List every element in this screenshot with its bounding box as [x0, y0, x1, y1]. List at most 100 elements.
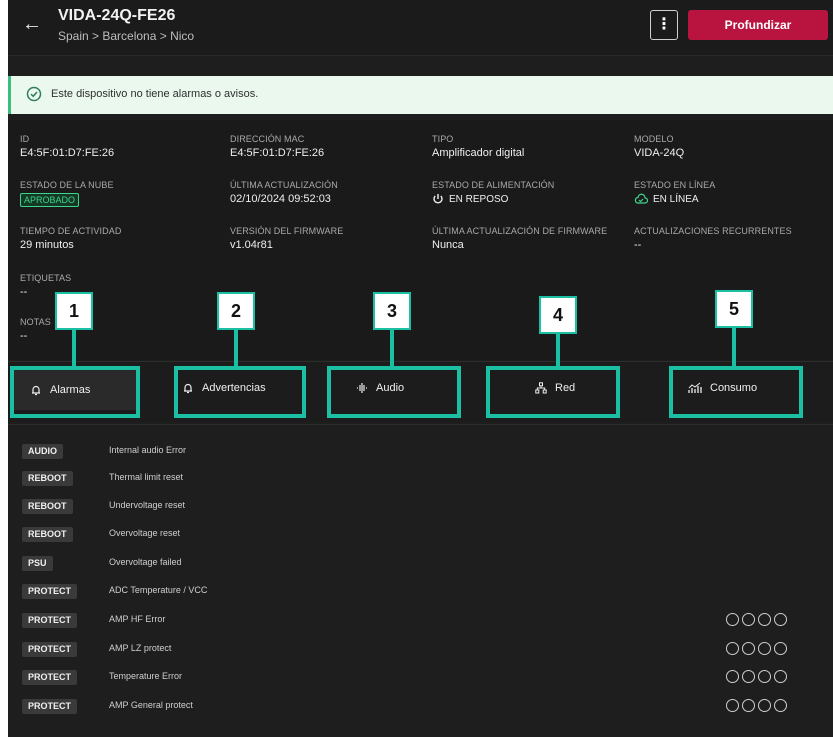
callout-stem — [556, 334, 560, 366]
callout-number: 1 — [55, 292, 93, 330]
field-tipo: TIPO Amplificador digital — [432, 134, 524, 159]
field-cloud: ESTADO DE LA NUBE APROBADO — [20, 180, 114, 208]
power-icon — [433, 194, 443, 204]
field-label: TIPO — [432, 134, 454, 144]
field-label: MODELO — [634, 134, 674, 144]
list-item: PROTECT ADC Temperature / VCC — [8, 582, 833, 602]
alert-text: Este dispositivo no tiene alarmas o avis… — [51, 88, 259, 100]
highlight-box — [10, 366, 140, 418]
cloud-check-icon — [634, 193, 648, 204]
indicator-circle-icon — [726, 699, 739, 712]
indicator-circle-icon — [742, 670, 755, 683]
indicator-circle-icon — [774, 642, 787, 655]
indicator-circle-icon — [774, 699, 787, 712]
alarm-category-badge: REBOOT — [22, 527, 73, 542]
page-title: VIDA-24Q-FE26 — [58, 7, 176, 24]
field-value: Amplificador digital — [432, 147, 525, 159]
indicator-circle-icon — [774, 670, 787, 683]
alarm-description: Overvoltage reset — [109, 528, 181, 538]
indicator-circle-icon — [758, 642, 771, 655]
alarm-category-badge: REBOOT — [22, 471, 73, 486]
list-item: PSU Overvoltage failed — [8, 554, 833, 574]
field-value: -- — [20, 330, 28, 342]
indicator-circle-icon — [742, 699, 755, 712]
list-item: AUDIO Internal audio Error — [8, 442, 833, 462]
list-item: REBOOT Undervoltage reset — [8, 497, 833, 517]
field-label: NOTAS — [20, 317, 51, 327]
alarm-category-badge: AUDIO — [22, 444, 63, 459]
alarm-description: Thermal limit reset — [109, 472, 184, 482]
field-label: ETIQUETAS — [20, 273, 72, 283]
alarm-description: Temperature Error — [109, 671, 183, 681]
field-label: ACTUALIZACIONES RECURRENTES — [634, 226, 792, 236]
indicator-group — [726, 699, 787, 712]
field-label: VERSIÓN DEL FIRMWARE — [230, 226, 344, 236]
alarm-category-badge: REBOOT — [22, 499, 73, 514]
field-label: ID — [20, 134, 30, 144]
callout-number: 3 — [373, 292, 411, 330]
field-value: v1.04r81 — [230, 239, 273, 251]
alarm-description: AMP LZ protect — [109, 643, 172, 653]
field-fw-update: ÚLTIMA ACTUALIZACIÓN DE FIRMWARE Nunca — [432, 226, 607, 251]
device-panel: ← VIDA-24Q-FE26 Spain > Barcelona > Nico… — [8, 0, 833, 737]
field-notes: NOTAS -- — [20, 317, 51, 342]
breadcrumb[interactable]: Spain > Barcelona > Nico — [58, 29, 194, 43]
field-value: -- — [634, 239, 642, 251]
indicator-circle-icon — [742, 613, 755, 626]
back-arrow-icon[interactable]: ← — [22, 14, 42, 34]
field-label: DIRECCIÓN MAC — [230, 134, 305, 144]
alarm-description: Undervoltage reset — [109, 500, 186, 510]
list-item: PROTECT AMP HF Error — [8, 611, 833, 631]
field-label: TIEMPO DE ACTIVIDAD — [20, 226, 122, 236]
field-value: E4:5F:01:D7:FE:26 — [20, 147, 115, 159]
callout-number: 5 — [715, 290, 753, 328]
field-value: E4:5F:01:D7:FE:26 — [230, 147, 325, 159]
field-online: ESTADO EN LÍNEA EN LÍNEA — [634, 180, 715, 210]
field-value: EN REPOSO — [449, 193, 509, 205]
indicator-circle-icon — [726, 642, 739, 655]
alarm-category-badge: PROTECT — [22, 642, 78, 657]
indicator-circle-icon — [758, 613, 771, 626]
indicator-group — [726, 642, 787, 655]
alarm-description: AMP HF Error — [109, 614, 166, 624]
section-divider — [8, 424, 833, 425]
indicator-circle-icon — [758, 699, 771, 712]
status-alert: Este dispositivo no tiene alarmas o avis… — [8, 76, 833, 114]
indicator-circle-icon — [774, 613, 787, 626]
indicator-group — [726, 613, 787, 626]
list-item: REBOOT Thermal limit reset — [8, 469, 833, 489]
field-label: ESTADO EN LÍNEA — [634, 180, 716, 190]
profundizar-button[interactable]: Profundizar — [688, 10, 828, 40]
highlight-box — [174, 366, 306, 418]
callout-stem — [72, 330, 76, 366]
highlight-box — [486, 366, 620, 418]
alarm-category-badge: PROTECT — [22, 699, 78, 714]
indicator-group — [726, 670, 787, 683]
device-header: ← VIDA-24Q-FE26 Spain > Barcelona > Nico… — [8, 0, 833, 56]
field-last-update: ÚLTIMA ACTUALIZACIÓN 02/10/2024 09:52:03 — [230, 180, 338, 205]
field-label: ESTADO DE LA NUBE — [20, 180, 114, 190]
field-modelo: MODELO VIDA-24Q — [634, 134, 684, 159]
alarm-description: AMP General protect — [109, 700, 193, 710]
callout-stem — [234, 330, 238, 366]
device-details: ID E4:5F:01:D7:FE:26 DIRECCIÓN MAC E4:5F… — [8, 120, 833, 360]
highlight-box — [669, 366, 803, 418]
indicator-circle-icon — [758, 670, 771, 683]
field-value: VIDA-24Q — [634, 147, 685, 159]
alarm-category-badge: PSU — [22, 556, 53, 571]
field-firmware: VERSIÓN DEL FIRMWARE v1.04r81 — [230, 226, 343, 251]
alarm-description: Overvoltage failed — [109, 557, 182, 567]
alarm-category-badge: PROTECT — [22, 670, 78, 685]
highlight-box — [327, 366, 461, 418]
field-label: ÚLTIMA ACTUALIZACIÓN DE FIRMWARE — [432, 226, 608, 236]
field-label: ÚLTIMA ACTUALIZACIÓN — [230, 180, 338, 190]
indicator-circle-icon — [726, 613, 739, 626]
callout-stem — [732, 328, 736, 366]
status-badge: APROBADO — [20, 193, 80, 207]
more-menu-button[interactable]: ⋮ — [650, 10, 678, 40]
callout-number: 4 — [539, 296, 577, 334]
alarm-description: Internal audio Error — [109, 445, 187, 455]
power-status: EN REPOSO — [432, 193, 508, 205]
field-value: EN LÍNEA — [653, 193, 699, 205]
field-value: Nunca — [432, 239, 464, 251]
